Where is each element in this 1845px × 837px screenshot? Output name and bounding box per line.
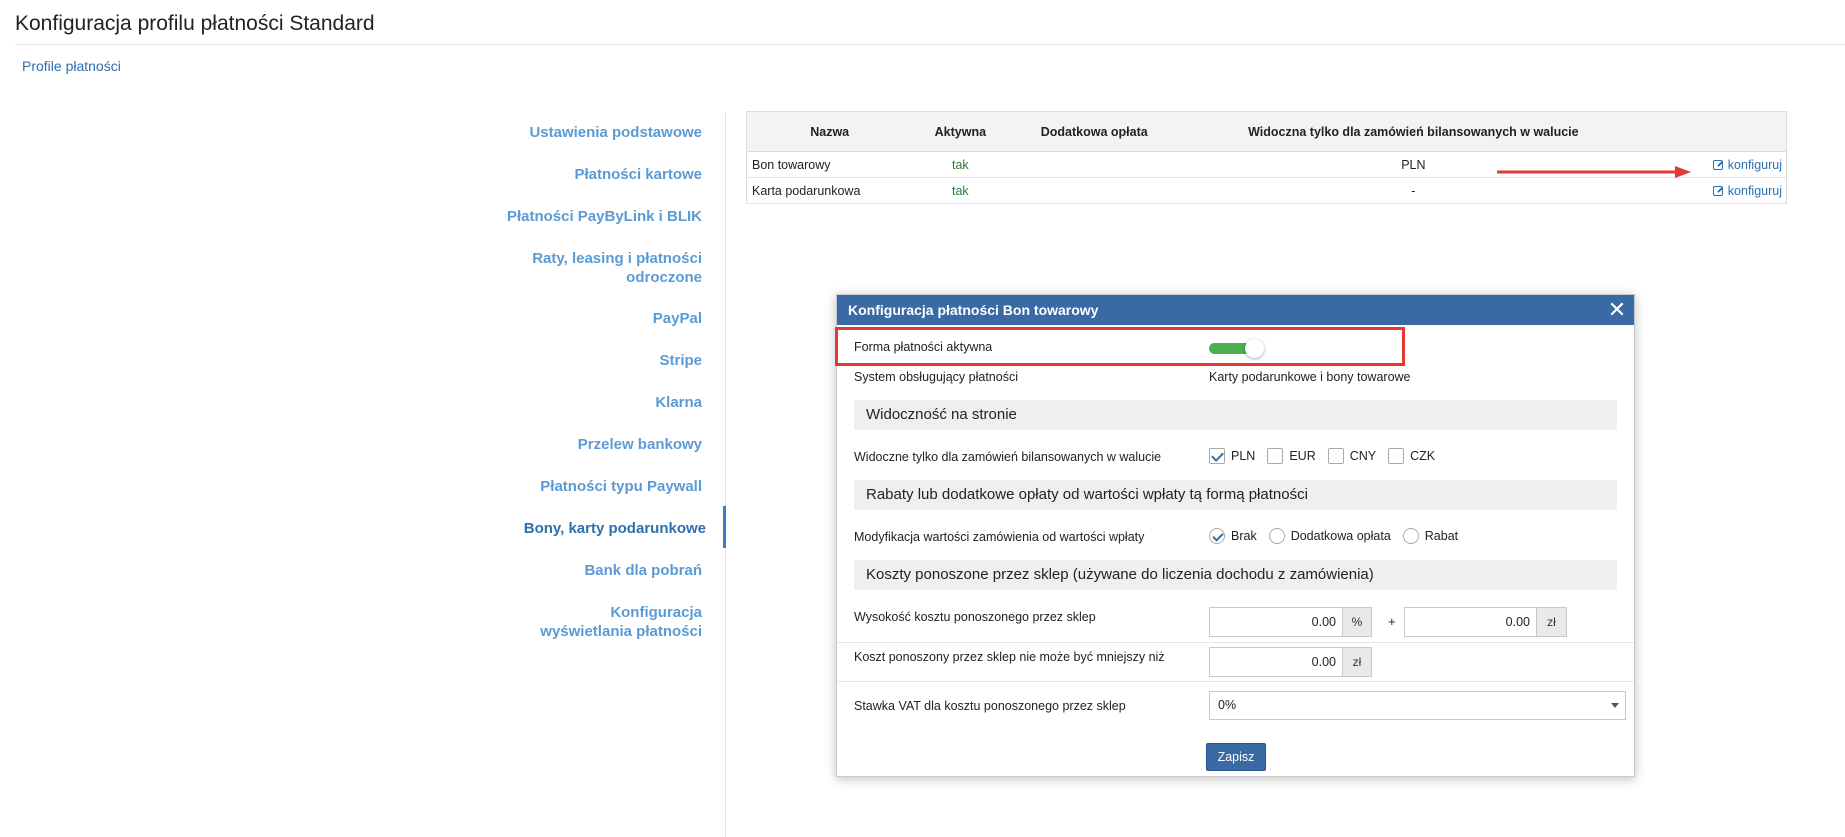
payment-methods-table: Nazwa Aktywna Dodatkowa opłata Widoczna … bbox=[746, 111, 1787, 204]
configure-link-label: konfiguruj bbox=[1727, 183, 1782, 198]
sidebar-active-indicator bbox=[723, 506, 726, 548]
currency-label: CNY bbox=[1349, 449, 1377, 463]
cell-action: konfiguruj bbox=[1646, 177, 1787, 204]
modal-title: Konfiguracja płatności Bon towarowy bbox=[848, 302, 1099, 318]
visibility-label: Widoczne tylko dla zamówień bilansowanyc… bbox=[854, 450, 1162, 464]
page-title: Konfiguracja profilu płatności Standard bbox=[15, 12, 375, 35]
sidebar-divider bbox=[725, 112, 726, 837]
vat-label: Stawka VAT dla kosztu ponoszonego przez … bbox=[854, 699, 1126, 713]
vat-selected-value: 0% bbox=[1218, 698, 1237, 712]
breadcrumb-profiles-link[interactable]: Profile płatności bbox=[22, 58, 121, 74]
plus-sign: + bbox=[1388, 614, 1396, 629]
section-costs-header: Koszty ponoszone przez sklep (używane do… bbox=[854, 560, 1617, 590]
sidebar-item-paybylink-blik[interactable]: Płatności PayByLink i BLIK bbox=[480, 207, 726, 226]
currency-label: EUR bbox=[1289, 449, 1316, 463]
col-header-fee: Dodatkowa opłata bbox=[1008, 111, 1181, 152]
sidebar-item-klarna[interactable]: Klarna bbox=[480, 393, 726, 412]
configure-link-label: konfiguruj bbox=[1727, 157, 1782, 172]
sidebar-item-card-payments[interactable]: Płatności kartowe bbox=[480, 165, 726, 184]
col-header-active: Aktywna bbox=[912, 111, 1009, 152]
currency-label: CZK bbox=[1410, 449, 1436, 463]
cell-fee bbox=[1008, 151, 1181, 178]
cell-name: Karta podarunkowa bbox=[746, 177, 913, 204]
col-header-actions bbox=[1646, 111, 1787, 152]
sidebar-item-gift-cards[interactable]: Bony, karty podarunkowe bbox=[484, 519, 730, 538]
cost-amount-input[interactable]: 0.00 bbox=[1404, 607, 1537, 637]
sidebar-item-basic-settings[interactable]: Ustawienia podstawowe bbox=[480, 123, 726, 142]
edit-icon bbox=[1712, 159, 1723, 170]
sidebar-item-stripe[interactable]: Stripe bbox=[480, 351, 726, 370]
min-cost-unit-addon: zł bbox=[1342, 647, 1372, 677]
currency-checkbox-group: PLN EUR CNY CZK bbox=[1209, 448, 1447, 464]
modification-radio-group: Brak Dodatkowa opłata Rabat bbox=[1209, 528, 1470, 544]
table-row: Karta podarunkowa tak - konfiguruj bbox=[746, 177, 1787, 204]
currency-label: PLN bbox=[1231, 449, 1256, 463]
configure-link[interactable]: konfiguruj bbox=[1712, 157, 1782, 172]
save-button[interactable]: Zapisz bbox=[1206, 743, 1266, 771]
cell-fee bbox=[1008, 177, 1181, 204]
col-header-name: Nazwa bbox=[746, 111, 913, 152]
row-divider bbox=[837, 681, 1634, 682]
table-header-row: Nazwa Aktywna Dodatkowa opłata Widoczna … bbox=[746, 111, 1787, 152]
close-icon[interactable]: ✕ bbox=[1606, 298, 1628, 322]
min-cost-label: Koszt ponoszony przez sklep nie może być… bbox=[854, 650, 1165, 664]
title-divider bbox=[15, 44, 1845, 45]
currency-checkbox-cny[interactable] bbox=[1327, 448, 1344, 464]
payment-config-modal: Konfiguracja płatności Bon towarowy ✕ Fo… bbox=[835, 294, 1635, 777]
radio-label: Brak bbox=[1231, 529, 1257, 543]
active-label: Forma płatności aktywna bbox=[854, 340, 993, 354]
cell-currency: - bbox=[1180, 177, 1647, 204]
configure-link[interactable]: konfiguruj bbox=[1712, 183, 1782, 198]
radio-label: Rabat bbox=[1424, 529, 1459, 543]
currency-checkbox-eur[interactable] bbox=[1267, 448, 1284, 464]
sidebar-item-cod-bank[interactable]: Bank dla pobrań bbox=[480, 561, 726, 580]
cell-active: tak bbox=[912, 151, 1009, 178]
currency-checkbox-czk[interactable] bbox=[1388, 448, 1405, 464]
sidebar-item-paywall[interactable]: Płatności typu Paywall bbox=[480, 477, 726, 496]
red-arrow-annotation bbox=[1497, 166, 1691, 178]
section-discounts-header: Rabaty lub dodatkowe opłaty od wartości … bbox=[854, 480, 1617, 510]
edit-icon bbox=[1712, 185, 1723, 196]
section-visibility-header: Widoczność na stronie bbox=[854, 400, 1617, 430]
modal-header: Konfiguracja płatności Bon towarowy ✕ bbox=[837, 295, 1634, 325]
percent-unit-addon: % bbox=[1342, 607, 1372, 637]
row-divider bbox=[837, 642, 1634, 643]
radio-discount[interactable] bbox=[1402, 528, 1419, 544]
radio-label: Dodatkowa opłata bbox=[1290, 529, 1391, 543]
sidebar-item-bank-transfer[interactable]: Przelew bankowy bbox=[480, 435, 726, 454]
vat-select[interactable]: 0% bbox=[1209, 691, 1626, 720]
chevron-down-icon bbox=[1611, 703, 1619, 708]
cost-percent-input[interactable]: 0.00 bbox=[1209, 607, 1343, 637]
system-label: System obsługujący płatności bbox=[854, 370, 1018, 384]
modification-label: Modyfikacja wartości zamówienia od warto… bbox=[854, 530, 1145, 544]
col-header-currency: Widoczna tylko dla zamówień bilansowanyc… bbox=[1180, 111, 1647, 152]
radio-extra-fee[interactable] bbox=[1268, 528, 1285, 544]
active-toggle[interactable] bbox=[1209, 339, 1265, 358]
cell-name: Bon towarowy bbox=[746, 151, 913, 178]
sidebar-item-display-config[interactable]: Konfiguracja wyświetlania płatności bbox=[526, 603, 726, 641]
system-value: Karty podarunkowe i bony towarowe bbox=[1209, 370, 1411, 384]
cell-active: tak bbox=[912, 177, 1009, 204]
cost-label: Wysokość kosztu ponoszonego przez sklep bbox=[854, 610, 1096, 624]
sidebar-item-installments[interactable]: Raty, leasing i płatności odroczone bbox=[526, 249, 726, 287]
zloty-unit-addon: zł bbox=[1536, 607, 1567, 637]
radio-none[interactable] bbox=[1209, 528, 1225, 544]
toggle-knob bbox=[1245, 339, 1264, 358]
min-cost-input[interactable]: 0.00 bbox=[1209, 647, 1343, 677]
currency-checkbox-pln[interactable] bbox=[1209, 448, 1225, 464]
sidebar-item-paypal[interactable]: PayPal bbox=[480, 309, 726, 328]
